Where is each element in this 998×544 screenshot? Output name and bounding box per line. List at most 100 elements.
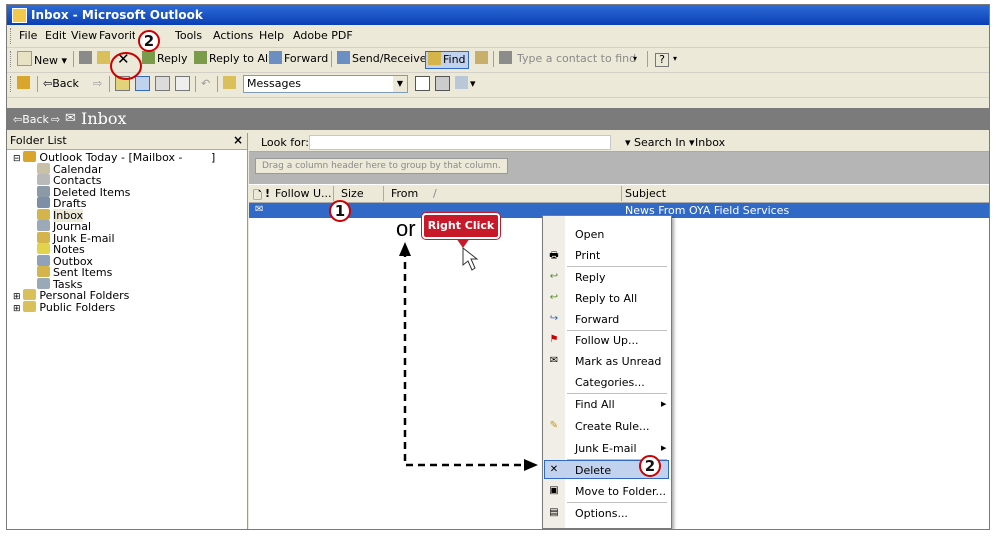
subject-column[interactable]: Subject (625, 187, 666, 200)
up-one-level-button[interactable] (115, 76, 132, 92)
menu-edit[interactable]: Edit (45, 29, 66, 42)
current-view-combo[interactable]: Messages ▼ (243, 75, 408, 93)
calendar-icon (37, 162, 50, 174)
menu-favorites[interactable]: Favorites (99, 29, 135, 42)
menu-reply[interactable]: Reply (575, 271, 605, 284)
move-to-folder-button[interactable] (97, 51, 112, 67)
print-icon: 🖶 (549, 250, 559, 261)
mark-unread-icon: ✉ (549, 355, 559, 366)
menu-mark-unread[interactable]: Mark as Unread (575, 355, 661, 368)
outlook-app-icon (12, 8, 27, 23)
expand-icon[interactable]: ⊞ (13, 304, 23, 314)
menu-help[interactable]: Help (259, 29, 284, 42)
menu-view[interactable]: View (71, 29, 97, 42)
banner-inbox-icon: ✉ (65, 111, 76, 126)
print-preview-button[interactable] (175, 76, 192, 92)
outlook-today-button[interactable] (17, 76, 32, 92)
follow-up-flag-icon: ⚑ (549, 334, 559, 345)
tasks-icon (37, 277, 50, 289)
menu-find-all[interactable]: Find All (575, 398, 615, 411)
menu-delete[interactable]: Delete (575, 464, 611, 477)
banner-forward-icon[interactable]: ⇨ (51, 113, 60, 126)
size-column[interactable]: Size (341, 187, 364, 200)
deleted-items-icon (37, 185, 50, 197)
menu-file[interactable]: File (19, 29, 37, 42)
flag-column-icon[interactable]: ! (265, 187, 270, 200)
menu-tools[interactable]: Tools (175, 29, 202, 42)
submenu-arrow-icon: ▶ (661, 400, 667, 408)
sent-items-icon (37, 266, 50, 277)
journal-icon (37, 220, 50, 231)
standard-toolbar: New ▾ ✕ Reply Reply to All Forward Send/… (7, 48, 989, 73)
help-icon[interactable]: ? (655, 53, 669, 67)
define-views-button[interactable] (415, 76, 432, 92)
folder-item[interactable]: ⊞ Public Folders (13, 300, 115, 314)
banner-back-button[interactable]: ⇦Back (13, 113, 49, 126)
chevron-down-icon: ▼ (393, 76, 407, 92)
send-receive-button[interactable]: Send/Receive (337, 51, 426, 67)
back-button[interactable]: ⇦Back (43, 76, 79, 92)
forward-button[interactable]: Forward (269, 51, 328, 67)
print-button[interactable] (79, 51, 94, 67)
inbox-icon (37, 208, 50, 220)
menu-forward[interactable]: Forward (575, 313, 619, 326)
step-2-callout-menu: 2 (639, 455, 661, 477)
menu-actions[interactable]: Actions (213, 29, 253, 42)
menu-open[interactable]: Open (575, 228, 604, 241)
from-column[interactable]: From (391, 187, 418, 200)
menu-options[interactable]: Options... (575, 507, 628, 520)
delete-x-icon: ✕ (117, 50, 130, 68)
toolbar-options-chevron-icon[interactable]: ▾ (673, 51, 677, 67)
contacts-icon (37, 174, 50, 185)
move-folder-icon (97, 51, 110, 64)
collapse-icon[interactable]: ⊟ (13, 154, 23, 164)
folder-list-title: Folder List (10, 134, 67, 147)
column-header-row: 🗋 ! Follow U... Size From / Subject (249, 185, 989, 203)
new-button[interactable]: New ▾ (17, 51, 67, 67)
up-level-icon (115, 76, 130, 91)
undo-icon[interactable]: ↶ (201, 76, 210, 92)
menu-categories[interactable]: Categories... (575, 376, 645, 389)
rules-wizard-button[interactable] (223, 76, 238, 92)
search-in-dropdown[interactable]: ▾ Search In ▾ (625, 136, 695, 149)
reply-icon: ↩ (549, 271, 559, 282)
title-bar: Inbox - Microsoft Outlook (7, 5, 989, 25)
menu-create-rule[interactable]: Create Rule... (575, 420, 649, 433)
look-for-input[interactable] (309, 135, 611, 150)
edit-form-button[interactable] (435, 76, 452, 92)
menu-print[interactable]: Print (575, 249, 600, 262)
folder-list-button[interactable] (135, 76, 152, 92)
move-to-folder-icon: ▣ (549, 485, 559, 496)
menu-junk-email[interactable]: Junk E-mail (575, 442, 637, 455)
reply-all-button[interactable]: Reply to All (194, 51, 271, 67)
or-label: or (396, 216, 416, 241)
menu-adobe-pdf[interactable]: Adobe PDF (293, 29, 353, 42)
forward-arrow-icon[interactable]: ⇨ (93, 76, 102, 92)
contact-find-field[interactable]: Type a contact to find (517, 51, 636, 67)
drafts-icon (37, 197, 50, 208)
follow-up-column[interactable]: Follow U... (275, 187, 332, 200)
search-folder-button[interactable]: ▾ (455, 76, 476, 92)
close-icon[interactable]: × (233, 133, 243, 147)
address-book-button[interactable] (499, 51, 514, 67)
address-book-icon (499, 51, 512, 64)
menu-follow-up[interactable]: Follow Up... (575, 334, 639, 347)
organize-button[interactable] (475, 51, 490, 67)
reply-all-icon (194, 51, 207, 64)
send-receive-icon (337, 51, 350, 64)
delete-button[interactable]: ✕ (117, 51, 130, 67)
advanced-toolbar: ⇦Back ⇨ ↶ Messages ▼ ▾ (7, 73, 989, 98)
create-rule-icon: ✎ (549, 420, 559, 431)
delete-icon: ✕ (549, 464, 559, 475)
reply-button[interactable]: Reply (142, 51, 187, 67)
find-button[interactable]: Find (425, 51, 469, 69)
forward-icon: ↪ (549, 313, 559, 324)
step-2-callout-toolbar: 2 (138, 30, 160, 52)
options-icon: ▤ (549, 507, 559, 518)
torn-edge (0, 530, 998, 544)
preview-pane-button[interactable] (155, 76, 172, 92)
outlook-window: Inbox - Microsoft Outlook File Edit View… (6, 4, 990, 530)
menu-reply-all[interactable]: Reply to All (575, 292, 637, 305)
menu-move-to-folder[interactable]: Move to Folder... (575, 485, 666, 498)
contact-find-dropdown[interactable]: ▾ (633, 51, 637, 67)
